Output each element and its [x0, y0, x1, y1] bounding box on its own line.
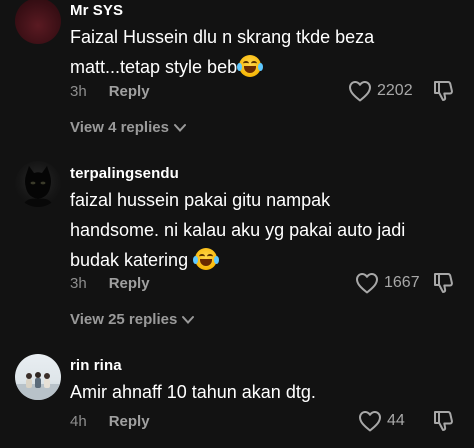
thumbs-down-outline-icon — [434, 411, 453, 431]
avatar[interactable] — [15, 0, 61, 44]
avatar[interactable] — [15, 354, 61, 400]
view-replies-button[interactable]: View 25 replies — [70, 311, 195, 328]
comment-text-line: Amir ahnaff 10 tahun akan dtg. — [70, 382, 316, 402]
like-button[interactable]: 1667 — [355, 272, 420, 294]
heart-outline-icon — [359, 411, 381, 432]
comment-text-line: faizal hussein pakai gitu nampak — [70, 190, 331, 210]
face-with-tears-of-joy-emoji — [193, 248, 220, 270]
heart-outline-icon — [356, 273, 378, 294]
reply-button[interactable]: Reply — [109, 83, 150, 100]
view-replies-button[interactable]: View 4 replies — [70, 119, 187, 136]
like-button[interactable]: 2202 — [348, 80, 413, 102]
dislike-button[interactable] — [432, 410, 454, 437]
comment-username[interactable]: Mr SYS — [70, 2, 123, 19]
dislike-button[interactable] — [432, 80, 454, 107]
comment-timestamp: 3h — [70, 83, 87, 100]
comment-username[interactable]: rin rina — [70, 357, 122, 374]
comment-text-line: handsome. ni kalau aku yg pakai auto jad… — [70, 220, 406, 240]
comment-text: Amir ahnaff 10 tahun akan dtg. — [70, 377, 450, 407]
comment-timestamp: 4h — [70, 413, 87, 430]
comment-username[interactable]: terpalingsendu — [70, 165, 179, 182]
reply-button[interactable]: Reply — [109, 413, 150, 430]
thumbs-down-outline-icon — [434, 81, 453, 101]
dislike-button[interactable] — [432, 272, 454, 299]
view-replies-label: View 4 replies — [70, 119, 169, 136]
chevron-down-icon — [182, 315, 195, 324]
comment-text-line-with-emoji: matt...tetap style beb — [70, 52, 450, 82]
comment-timestamp: 3h — [70, 275, 87, 292]
like-count: 44 — [387, 412, 405, 429]
comment-list: Mr SYS Faizal Hussein dlu n skrang tkde … — [0, 0, 474, 448]
face-with-tears-of-joy-emoji — [237, 55, 264, 77]
comment-meta: 4h Reply — [70, 413, 150, 430]
heart-outline-icon — [349, 81, 371, 102]
avatar[interactable] — [15, 161, 61, 207]
black-cat-avatar-image — [23, 166, 53, 207]
reply-button[interactable]: Reply — [109, 275, 150, 292]
chevron-down-icon — [173, 123, 186, 132]
comment-text-line: budak katering — [70, 250, 189, 270]
view-replies-label: View 25 replies — [70, 311, 178, 328]
thumbs-down-outline-icon — [434, 273, 453, 293]
comment-text: Faizal Hussein dlu n skrang tkde beza ma… — [70, 22, 450, 82]
comment-text-line: Faizal Hussein dlu n skrang tkde beza — [70, 27, 375, 47]
comment-text-line-with-emoji: budak katering — [70, 245, 450, 275]
like-count: 1667 — [384, 274, 420, 291]
comment-text-line: matt...tetap style beb — [70, 57, 238, 77]
comment-meta: 3h Reply — [70, 83, 150, 100]
like-button[interactable]: 44 — [358, 410, 405, 432]
group-photo-avatar-image — [15, 372, 61, 400]
comment-meta: 3h Reply — [70, 275, 150, 292]
like-count: 2202 — [377, 82, 413, 99]
comment-text: faizal hussein pakai gitu nampak handsom… — [70, 185, 450, 275]
